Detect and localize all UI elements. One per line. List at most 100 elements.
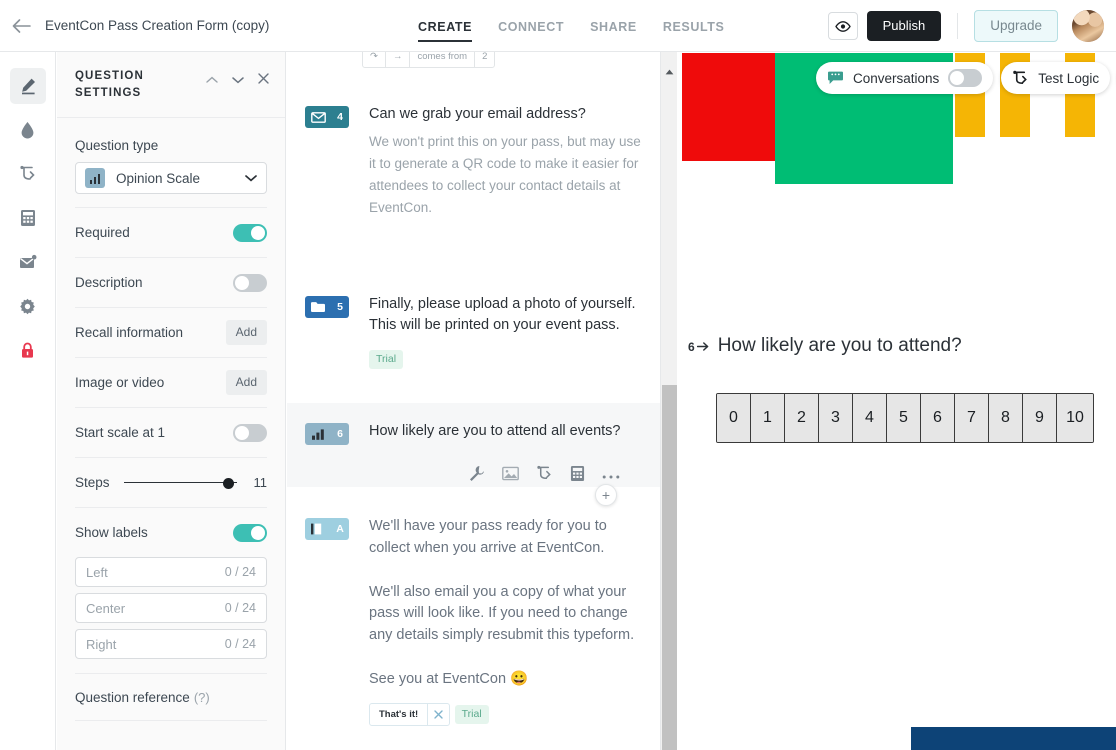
close-icon	[258, 73, 269, 84]
steps-slider[interactable]	[123, 476, 237, 490]
conversations-toggle[interactable]	[948, 69, 983, 87]
calculator-icon	[20, 210, 35, 226]
question-reference-help-icon[interactable]: (?)	[194, 690, 210, 705]
add-calculation-button[interactable]	[570, 465, 585, 487]
sidebar-item-calculator[interactable]	[10, 200, 46, 236]
add-logic-button[interactable]	[536, 465, 553, 487]
settings-panel-header: QUESTION SETTINGS	[57, 52, 285, 118]
wrench-icon	[470, 466, 484, 481]
calculator-icon	[570, 466, 585, 481]
more-options-button[interactable]	[602, 467, 620, 485]
bar-chart-icon	[305, 423, 331, 445]
setting-row-required: Required	[75, 207, 267, 257]
preview-button[interactable]	[827, 12, 858, 40]
scrollbar-up-button[interactable]	[665, 62, 674, 75]
slider-thumb[interactable]	[223, 477, 234, 489]
logic-chip-arrow: →	[386, 52, 411, 67]
scale-option-5[interactable]: 5	[887, 394, 921, 442]
sidebar-item-privacy[interactable]	[10, 332, 46, 368]
scale-option-0[interactable]: 0	[717, 394, 751, 442]
tab-create[interactable]: CREATE	[418, 3, 473, 50]
question-title-6: How likely are you to attend all events?	[369, 423, 621, 439]
show-labels-label: Show labels	[75, 525, 148, 540]
logic-branch-icon	[537, 465, 551, 479]
close-panel-button[interactable]	[258, 71, 269, 89]
tab-connect[interactable]: CONNECT	[498, 3, 564, 50]
toggle-knob	[251, 525, 265, 540]
question-settings-panel: QUESTION SETTINGS Question type Opinion …	[57, 52, 286, 750]
left-label-input[interactable]: Left 0 / 24	[75, 557, 267, 587]
add-question-button[interactable]: +	[595, 484, 617, 506]
sidebar-item-design[interactable]	[10, 112, 46, 148]
scale-option-2[interactable]: 2	[785, 394, 819, 442]
start-scale-at-1-toggle[interactable]	[233, 423, 267, 442]
description-toggle[interactable]	[233, 273, 267, 292]
ending-button-label: That's it!	[379, 708, 419, 720]
sidebar-item-content[interactable]	[9, 68, 46, 104]
next-question-button[interactable]	[232, 71, 244, 89]
preview-block-red	[682, 53, 776, 161]
logic-chip-partial[interactable]: ↷ → comes from 2	[362, 52, 496, 68]
image-or-video-add-button[interactable]: Add	[225, 370, 267, 395]
tab-share[interactable]: SHARE	[590, 3, 637, 50]
required-toggle[interactable]	[233, 223, 267, 242]
upgrade-button[interactable]: Upgrade	[974, 10, 1058, 42]
scale-option-1[interactable]: 1	[751, 394, 785, 442]
setting-row-show-labels: Show labels	[75, 507, 267, 557]
question-row-5[interactable]: 5 Finally, please upload a photo of your…	[287, 294, 660, 370]
add-image-button[interactable]	[502, 466, 519, 486]
test-logic-label: Test Logic	[1038, 70, 1100, 86]
question-list: ↷ → comes from 2 4 Can we grab your emai…	[287, 52, 677, 750]
center-label-input[interactable]: Center 0 / 24	[75, 593, 267, 623]
question-settings-button[interactable]	[468, 465, 485, 487]
avatar[interactable]	[1072, 10, 1104, 42]
ending-card[interactable]: A We'll have your pass ready for you to …	[287, 516, 660, 726]
question-title-5: Finally, please upload a photo of yourse…	[369, 296, 636, 334]
sidebar-item-notifications[interactable]	[10, 244, 46, 280]
question-list-scrollbar[interactable]	[660, 52, 677, 750]
image-icon	[502, 466, 519, 481]
tab-results[interactable]: RESULTS	[663, 3, 725, 50]
droplet-icon	[21, 122, 34, 139]
steps-value: 11	[253, 475, 268, 490]
logic-chip-loop-icon: ↷	[363, 52, 386, 67]
scale-option-9[interactable]: 9	[1023, 394, 1057, 442]
scale-option-10[interactable]: 10	[1057, 394, 1093, 442]
toggle-knob	[235, 275, 249, 290]
scale-option-6[interactable]: 6	[921, 394, 955, 442]
question-list-scrollbar-thumb[interactable]	[662, 385, 677, 750]
slider-track	[123, 481, 237, 483]
sidebar-item-logic[interactable]	[10, 156, 46, 192]
toolbar-divider	[957, 13, 959, 39]
scale-option-7[interactable]: 7	[955, 394, 989, 442]
test-logic-button[interactable]: Test Logic	[1001, 62, 1111, 94]
question-row-6-main: * 6 How likely are you to attend all	[305, 421, 642, 445]
setting-row-question-reference[interactable]: Question reference (?)	[75, 673, 267, 721]
scale-option-3[interactable]: 3	[819, 394, 853, 442]
ending-paragraph-2: We'll also email you a copy of what your…	[369, 583, 635, 644]
publish-button[interactable]: Publish	[866, 11, 942, 41]
recall-information-label: Recall information	[75, 325, 184, 340]
scale-option-8[interactable]: 8	[989, 394, 1023, 442]
scale-option-4[interactable]: 4	[853, 394, 887, 442]
question-content-5: Finally, please upload a photo of yourse…	[369, 294, 641, 370]
question-title-4: Can we grab your email address?	[369, 106, 586, 122]
question-reference-label: Question reference	[75, 689, 190, 705]
ending-button-remove[interactable]	[427, 703, 449, 725]
question-row-4[interactable]: 4 Can we grab your email address? We won…	[287, 104, 660, 218]
previous-question-button[interactable]	[206, 71, 218, 89]
conversations-toggle-pill[interactable]: Conversations	[816, 62, 994, 94]
required-label: Required	[75, 225, 130, 240]
trial-badge: Trial	[454, 704, 489, 724]
question-type-select[interactable]: Opinion Scale	[75, 162, 267, 194]
back-button[interactable]	[0, 0, 42, 52]
ending-button-chip[interactable]: That's it!	[369, 702, 451, 726]
sidebar-item-settings[interactable]	[10, 288, 46, 324]
right-label-input[interactable]: Right 0 / 24	[75, 629, 267, 659]
recall-information-add-button[interactable]: Add	[225, 320, 267, 345]
question-row-6[interactable]: * 6 How likely are you to attend all	[287, 403, 660, 487]
left-label-counter: 0 / 24	[224, 565, 256, 579]
preview-toolbar: Conversations Test Logic	[816, 62, 1116, 94]
toggle-knob	[950, 71, 965, 85]
show-labels-toggle[interactable]	[233, 523, 267, 542]
